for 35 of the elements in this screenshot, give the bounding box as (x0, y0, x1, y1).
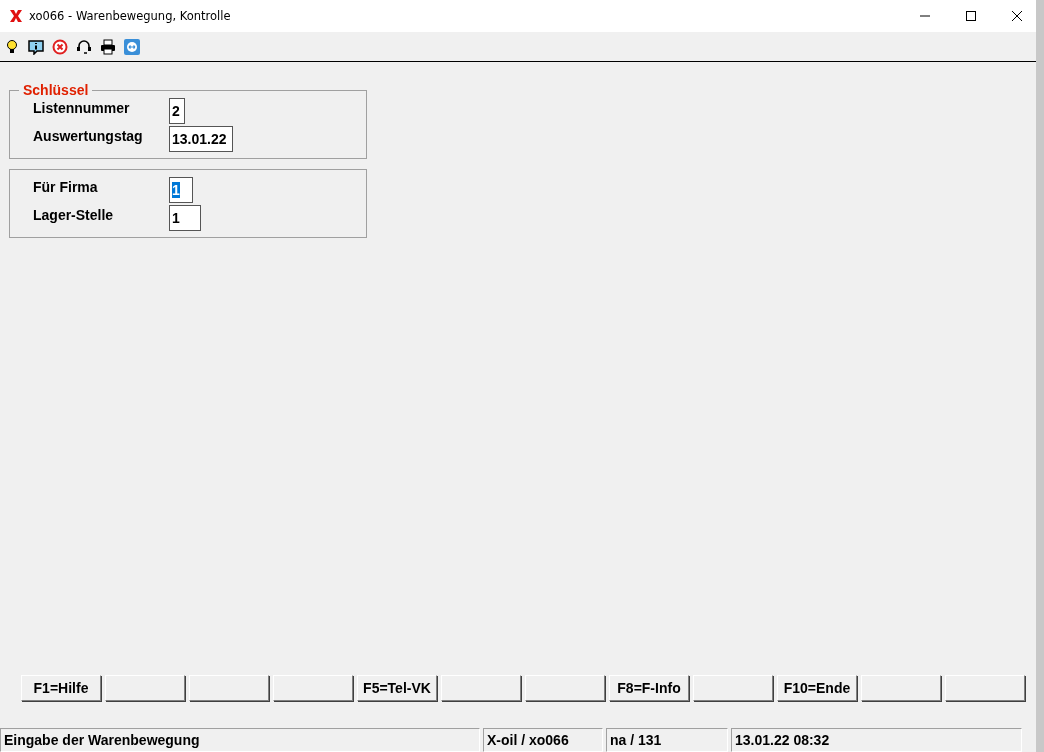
field-label: Auswertungstag (33, 127, 144, 144)
blank-function-key-button[interactable] (693, 675, 773, 701)
status-cell: X-oil / xo066 (483, 728, 603, 752)
field-label: Für Firma (33, 178, 99, 195)
blank-function-key-button[interactable] (273, 675, 353, 701)
field-label: Listennummer (33, 99, 131, 116)
info-icon[interactable] (28, 38, 44, 55)
function-key-button[interactable]: F10=Ende (777, 675, 857, 701)
printer-icon[interactable] (100, 38, 116, 55)
status-cell: 13.01.22 08:32 (731, 728, 1022, 752)
lightbulb-icon[interactable] (4, 38, 20, 55)
function-key-button[interactable]: F8=F-Info (609, 675, 689, 701)
input-field[interactable]: 1 (169, 205, 201, 231)
blank-function-key-button[interactable] (105, 675, 185, 701)
function-key-button[interactable]: F1=Hilfe (21, 675, 101, 701)
blank-function-key-button[interactable] (861, 675, 941, 701)
status-cell: Eingabe der Warenbewegung (0, 728, 480, 752)
window-title: xo066 - Warenbewegung, Kontrolle (29, 9, 231, 23)
blank-function-key-button[interactable] (441, 675, 521, 701)
close-icon[interactable] (1012, 11, 1022, 21)
cancel-icon[interactable] (52, 38, 68, 55)
app-logo-icon (9, 9, 23, 23)
input-field[interactable]: 13.01.22 (169, 126, 233, 152)
input-field[interactable]: 1 (169, 177, 193, 203)
function-key-button[interactable]: F5=Tel-VK (357, 675, 437, 701)
group-legend: Schlüssel (19, 82, 93, 98)
maximize-icon[interactable] (966, 11, 976, 21)
blank-function-key-button[interactable] (525, 675, 605, 701)
blank-function-key-button[interactable] (945, 675, 1025, 701)
field-label: Lager-Stelle (33, 206, 115, 223)
remote-support-icon[interactable] (124, 38, 140, 55)
blank-function-key-button[interactable] (189, 675, 269, 701)
input-field[interactable]: 2 (169, 98, 185, 124)
headset-icon[interactable] (76, 38, 92, 55)
status-cell: na / 131 (606, 728, 728, 752)
